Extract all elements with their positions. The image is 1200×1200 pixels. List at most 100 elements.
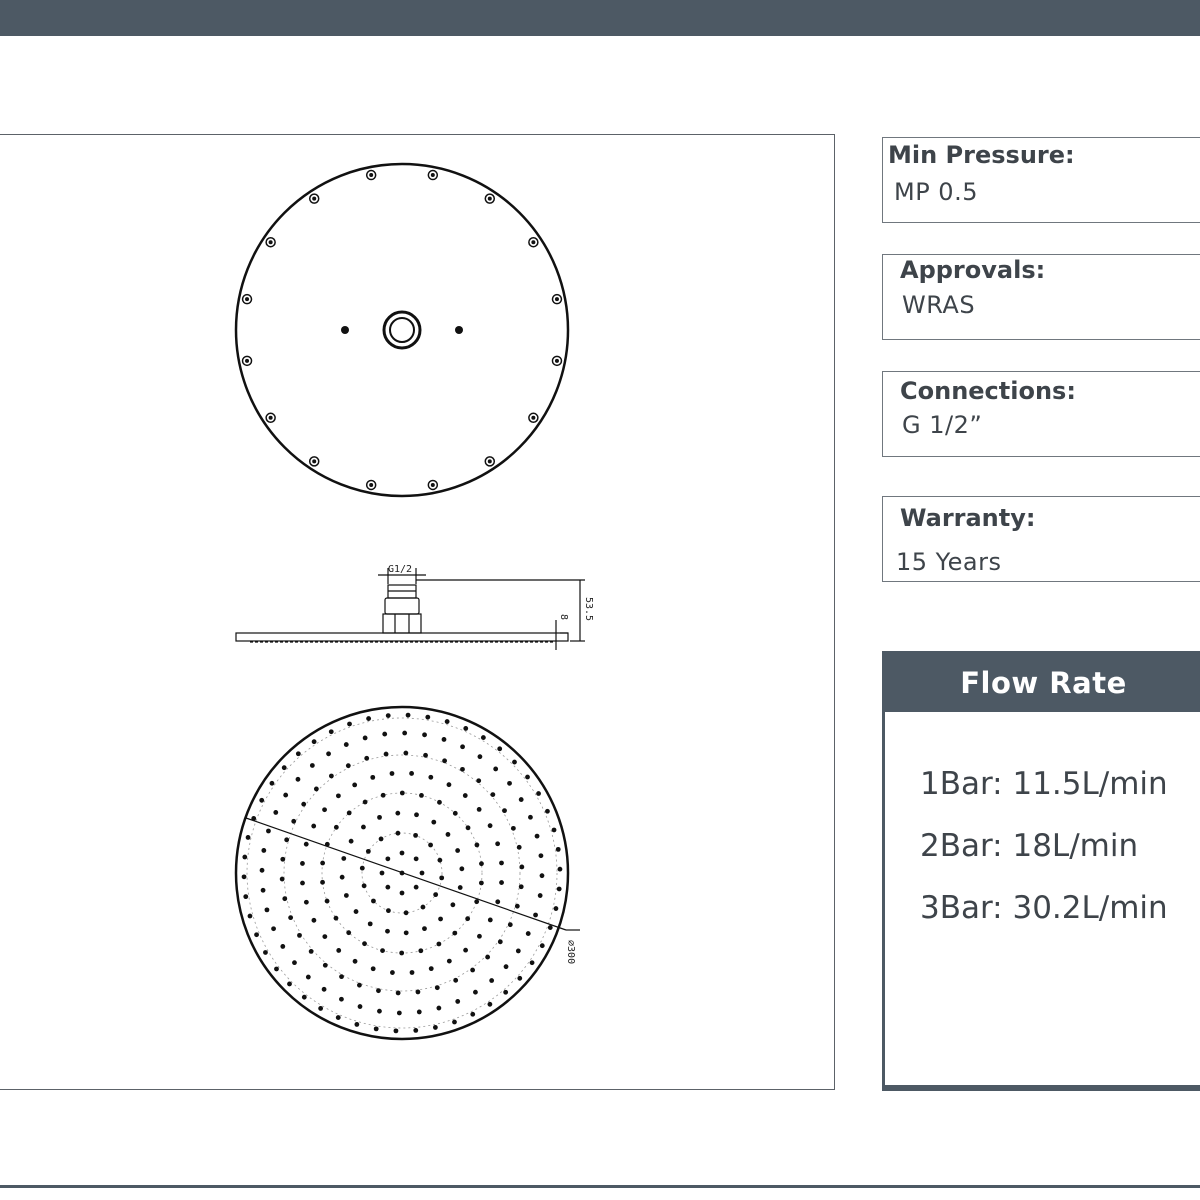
- side-view: [235, 568, 585, 650]
- nozzle: [514, 903, 520, 909]
- footer-rule: [0, 1185, 1200, 1188]
- nozzle: [539, 943, 545, 949]
- nozzle: [333, 824, 339, 830]
- nozzle: [409, 970, 415, 975]
- nozzle: [280, 944, 286, 949]
- nozzle: [346, 810, 352, 816]
- nozzle: [254, 932, 259, 938]
- top-view-outline: [234, 162, 570, 498]
- nozzle: [339, 974, 344, 980]
- nozzle: [399, 790, 405, 796]
- dim-connection-label: G1/2: [388, 564, 412, 575]
- nozzle: [260, 887, 266, 893]
- nozzle: [528, 814, 533, 820]
- nozzle: [428, 774, 434, 780]
- nozzle: [339, 996, 344, 1002]
- nozzle: [382, 731, 388, 737]
- nozzle: [436, 941, 442, 947]
- nozzle: [414, 812, 419, 818]
- nozzle: [403, 910, 409, 916]
- nozzle: [263, 950, 268, 955]
- nozzle: [503, 964, 509, 970]
- nozzle: [499, 880, 504, 885]
- nozzle: [353, 909, 359, 914]
- nozzle: [495, 899, 501, 905]
- nozzle: [259, 797, 265, 803]
- nozzle: [551, 827, 557, 833]
- nozzle: [357, 1004, 363, 1009]
- nozzle: [279, 876, 285, 882]
- nozzle: [533, 912, 538, 918]
- nozzle: [371, 898, 376, 904]
- spec-value: WRAS: [902, 291, 976, 319]
- nozzle: [485, 954, 491, 960]
- nozzle: [441, 737, 447, 742]
- nozzle: [455, 999, 461, 1004]
- nozzle: [301, 994, 307, 1000]
- nozzle: [465, 916, 471, 922]
- nozzle: [433, 892, 439, 898]
- spec-warranty: Warranty: 15 Years: [882, 496, 1200, 582]
- nozzle: [413, 1027, 419, 1033]
- nozzle: [380, 948, 385, 953]
- nozzle: [431, 819, 437, 825]
- nozzle: [283, 792, 289, 798]
- side-view-swivel: [384, 597, 420, 615]
- nozzle: [301, 801, 307, 807]
- nozzle: [366, 716, 372, 721]
- nozzle: [487, 1001, 493, 1007]
- nozzle: [326, 751, 331, 757]
- nozzle: [446, 782, 452, 788]
- nozzle: [385, 856, 391, 862]
- dim-thickness-label: 8: [558, 614, 569, 620]
- nozzle: [311, 917, 317, 923]
- nozzle: [519, 864, 525, 870]
- nozzle: [556, 886, 562, 892]
- nozzle: [348, 838, 354, 844]
- inlet-inner-ring: [389, 317, 415, 343]
- nozzle: [385, 713, 391, 719]
- nozzle: [245, 835, 251, 840]
- nozzle: [547, 925, 553, 930]
- spec-label: Warranty:: [900, 504, 1036, 532]
- nozzle: [352, 782, 358, 788]
- nozzle: [241, 874, 247, 880]
- nozzle: [457, 885, 463, 890]
- flow-rate-title: Flow Rate: [885, 654, 1200, 712]
- nozzle: [474, 842, 480, 848]
- nozzle: [396, 1010, 402, 1016]
- nozzle: [442, 758, 447, 764]
- nozzle: [362, 735, 368, 741]
- nozzle: [395, 990, 401, 996]
- nozzle: [434, 985, 440, 991]
- nozzle: [324, 898, 330, 904]
- nozzle: [339, 874, 345, 880]
- nozzle: [376, 988, 381, 994]
- nozzle: [525, 774, 530, 780]
- nozzle: [370, 774, 376, 780]
- nozzle: [419, 793, 424, 798]
- nozzle: [403, 930, 409, 936]
- nozzle: [346, 930, 352, 936]
- nozzle: [460, 766, 465, 772]
- nozzle: [385, 928, 390, 934]
- nozzle: [320, 860, 326, 866]
- bottom-view: [234, 705, 580, 1041]
- nozzle: [474, 899, 480, 905]
- nozzle: [380, 792, 386, 798]
- spec-value: 15 Years: [896, 548, 1002, 576]
- flow-rate-item: 1Bar: 11.5L/min: [920, 766, 1168, 802]
- nozzle: [420, 904, 426, 910]
- nozzle: [432, 1025, 438, 1030]
- nozzle: [343, 742, 349, 747]
- nozzle: [463, 947, 469, 953]
- nozzle: [395, 830, 401, 836]
- nozzle: [367, 921, 373, 927]
- nozzle: [343, 893, 349, 898]
- nozzle: [385, 884, 391, 890]
- side-view-plate: [235, 632, 569, 642]
- nozzle: [529, 960, 535, 966]
- nozzle: [465, 825, 471, 831]
- nozzle: [322, 807, 327, 813]
- side-view-base-nut: [382, 613, 422, 634]
